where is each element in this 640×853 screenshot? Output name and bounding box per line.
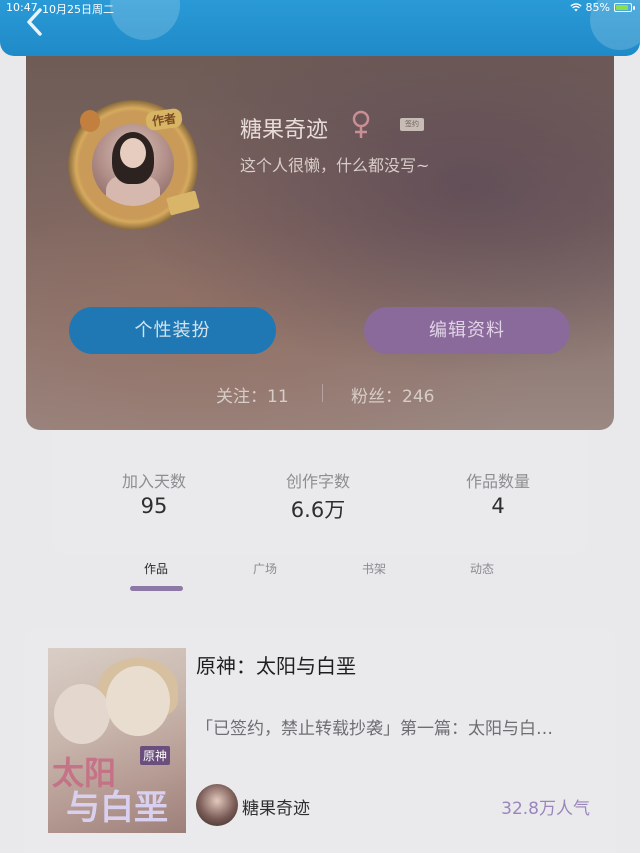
battery-percent: 85% — [585, 1, 610, 14]
divider — [322, 384, 323, 402]
work-title[interactable]: 原神：太阳与白垩 — [196, 650, 356, 679]
stat-join-days: 加入天数 95 — [74, 468, 234, 518]
female-icon — [352, 110, 370, 138]
profile-tabs: 作品 广场 书架 动态 — [0, 560, 640, 596]
wifi-icon — [569, 3, 582, 12]
book-decoration-icon — [166, 190, 200, 216]
tab-works[interactable]: 作品 — [126, 560, 186, 577]
stat-label: 创作字数 — [285, 472, 350, 491]
tab-bookshelf[interactable]: 书架 — [344, 560, 404, 577]
top-bar: 10:47 10月25日周二 85% — [0, 0, 640, 56]
cover-subtitle-text: 与白垩 — [66, 788, 168, 828]
active-tab-indicator — [130, 586, 183, 591]
signed-tag: 签约 — [400, 118, 424, 131]
work-description: 「已签约，禁止转载抄袭」第一篇：太阳与白… — [196, 719, 553, 739]
bio: 这个人很懒，什么都没写~ — [240, 156, 430, 175]
back-arrow-icon[interactable] — [22, 6, 48, 38]
balloon-decoration-icon — [80, 110, 100, 132]
following-count[interactable]: 关注：11 — [216, 382, 289, 407]
author-name[interactable]: 糖果奇迹 — [242, 794, 310, 819]
stat-value: 6.6万 — [290, 498, 346, 522]
author-avatar[interactable] — [196, 784, 238, 826]
header-bubble-decoration — [110, 0, 180, 40]
avatar-photo — [92, 124, 174, 206]
tab-square[interactable]: 广场 — [235, 560, 295, 577]
status-indicators: 85% — [569, 1, 635, 14]
status-date: 10月25日周二 — [42, 3, 114, 16]
work-card[interactable]: 太阳 原神 与白垩 原神：太阳与白垩 「已签约，禁止转载抄袭」第一篇：太阳与白…… — [24, 628, 616, 853]
avatar[interactable]: 作者 — [68, 100, 200, 230]
stat-label: 加入天数 — [121, 472, 186, 491]
stats-card: 加入天数 95 创作字数 6.6万 作品数量 4 — [52, 430, 588, 554]
edit-profile-button[interactable]: 编辑资料 — [364, 307, 570, 354]
stat-label: 作品数量 — [465, 472, 530, 491]
stat-value: 4 — [491, 494, 505, 518]
battery-icon — [614, 3, 635, 12]
profile-card: 作者 糖果奇迹 签约 这个人很懒，什么都没写~ 个性装扮 编辑资料 关注：11 … — [26, 56, 614, 430]
stat-works-count: 作品数量 4 — [418, 468, 578, 518]
stat-value: 95 — [140, 494, 168, 518]
author-badge: 作者 — [144, 107, 184, 132]
popularity-count: 32.8万人气 — [501, 799, 590, 819]
book-cover[interactable]: 太阳 原神 与白垩 — [48, 648, 186, 833]
stat-word-count: 创作字数 6.6万 — [238, 468, 398, 524]
fans-count[interactable]: 粉丝：246 — [351, 382, 434, 407]
dress-up-button[interactable]: 个性装扮 — [69, 307, 276, 354]
follow-stats: 关注：11 粉丝：246 — [26, 382, 614, 407]
tab-activity[interactable]: 动态 — [452, 560, 512, 577]
cover-series-tag: 原神 — [140, 746, 171, 765]
username: 糖果奇迹 — [240, 118, 329, 143]
